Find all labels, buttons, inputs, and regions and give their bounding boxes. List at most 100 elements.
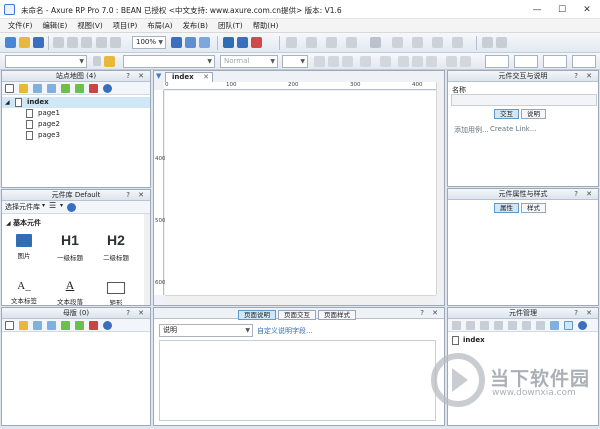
delete-master-icon[interactable] [89,321,98,330]
collapse-icon[interactable]: ◢ [6,220,11,227]
library-item-image[interactable]: 图片 [6,234,42,260]
menu-layout[interactable]: 布局(A) [142,19,177,32]
outdent-icon[interactable] [75,321,84,330]
fill-color-icon[interactable] [370,37,381,48]
library-select-label[interactable]: 选择元件库 [5,202,40,212]
line-width-icon[interactable] [412,37,423,48]
tab-page-interactions[interactable]: 页面交互 [278,310,316,320]
align-left-icon[interactable] [398,56,409,67]
canvas-tab-index[interactable]: index ✕ [165,72,213,82]
panel-help-close-icon[interactable]: ? ✕ [574,189,595,200]
align-center-icon[interactable] [412,56,423,67]
duplicate-icon[interactable] [480,321,489,330]
create-link[interactable]: Create Link... [490,125,537,133]
panel-help-close-icon[interactable]: ? ✕ [126,308,147,319]
panel-help-close-icon[interactable]: ? ✕ [126,190,147,201]
library-item-rectangle[interactable]: 矩形 [98,282,134,305]
chevron-down-icon[interactable]: ▾ [60,202,63,209]
move-down-icon[interactable] [508,321,517,330]
move-down-icon[interactable] [47,84,56,93]
outdent-icon[interactable] [75,84,84,93]
menu-publish[interactable]: 发布(B) [178,19,213,32]
panel-help-close-icon[interactable]: ? ✕ [126,71,147,82]
redo-icon[interactable] [110,37,121,48]
search-icon[interactable] [67,203,76,212]
canvas-tab-menu-icon[interactable]: ▼ [156,72,161,80]
font-size-select[interactable]: ▼ [282,55,308,68]
new-icon[interactable] [5,37,16,48]
format-painter-icon[interactable] [104,56,115,67]
add-master-icon[interactable] [5,321,14,330]
add-state-icon[interactable] [466,321,475,330]
notes-editor[interactable] [159,340,436,421]
close-button[interactable]: ✕ [576,2,598,17]
canvas-vertical-scrollbar[interactable] [436,82,444,295]
menu-help[interactable]: 帮助(H) [248,19,284,32]
tab-properties[interactable]: 属性 [494,203,519,213]
edit-icon[interactable] [522,321,531,330]
bring-front-icon[interactable] [326,37,337,48]
save-icon[interactable] [33,37,44,48]
width-input[interactable] [543,55,567,68]
align-right-icon[interactable] [426,56,437,67]
tab-interactions[interactable]: 交互 [494,109,519,119]
publish-icon[interactable] [251,37,262,48]
collapse-icon[interactable]: ◢ [5,97,10,108]
add-folder-icon[interactable] [19,321,28,330]
tab-notes[interactable]: 说明 [521,109,546,119]
send-back-icon[interactable] [346,37,357,48]
menu-project[interactable]: 项目(P) [108,19,143,32]
bullet-icon[interactable] [380,56,391,67]
style-select[interactable]: Normal ▼ [220,55,278,68]
undo-icon[interactable] [96,37,107,48]
connector-icon[interactable] [199,37,210,48]
menu-icon[interactable]: ☰ [49,201,56,210]
panel-help-close-icon[interactable]: ? ✕ [574,308,595,319]
custom-fields-link[interactable]: 自定义说明字段... [257,326,313,336]
search-icon[interactable] [103,84,112,93]
align-middle-icon[interactable] [460,56,471,67]
canvas-horizontal-scrollbar[interactable] [165,295,436,305]
select-intersect-icon[interactable] [171,37,182,48]
ungroup-icon[interactable] [306,37,317,48]
move-down-icon[interactable] [47,321,56,330]
underline-icon[interactable] [342,56,353,67]
delete-icon[interactable] [536,321,545,330]
tree-item-page3[interactable]: page3 [2,130,150,141]
search-icon[interactable] [103,321,112,330]
expand-icon[interactable] [550,321,559,330]
italic-icon[interactable] [328,56,339,67]
design-canvas[interactable] [165,91,436,295]
align-top-icon[interactable] [446,56,457,67]
font-select[interactable]: ▼ [5,55,87,68]
refresh-icon[interactable] [482,37,493,48]
search-icon[interactable] [578,321,587,330]
preview-icon[interactable] [223,37,234,48]
menu-file[interactable]: 文件(F) [3,19,37,32]
chevron-down-icon[interactable]: ▾ [42,202,45,209]
library-item-h2[interactable]: H2 二级标题 [98,231,134,262]
notes-select[interactable]: 说明 ▼ [159,324,253,337]
indent-icon[interactable] [61,84,70,93]
widget-select[interactable]: ▼ [123,55,215,68]
maximize-button[interactable]: ☐ [551,2,573,17]
tree-item-page2[interactable]: page2 [2,119,150,130]
arrow-style-icon[interactable] [452,37,463,48]
cut-icon[interactable] [53,37,64,48]
open-icon[interactable] [19,37,30,48]
x-input[interactable] [485,55,509,68]
zoom-select[interactable]: 100% ▼ [132,36,166,49]
move-up-icon[interactable] [494,321,503,330]
add-case-link[interactable]: 添加用例... [454,125,489,135]
library-item-h1[interactable]: H1 一级标题 [52,231,88,262]
library-scrollbar[interactable] [144,214,150,305]
group-icon[interactable] [286,37,297,48]
name-input[interactable] [451,94,597,106]
height-input[interactable] [572,55,596,68]
minimize-button[interactable]: — [526,2,548,17]
paste-icon[interactable] [81,37,92,48]
library-item-paragraph[interactable]: A 文本段落 [52,278,88,305]
line-color-icon[interactable] [392,37,403,48]
tree-item-index[interactable]: ◢ index [2,97,150,108]
tab-style[interactable]: 样式 [521,203,546,213]
